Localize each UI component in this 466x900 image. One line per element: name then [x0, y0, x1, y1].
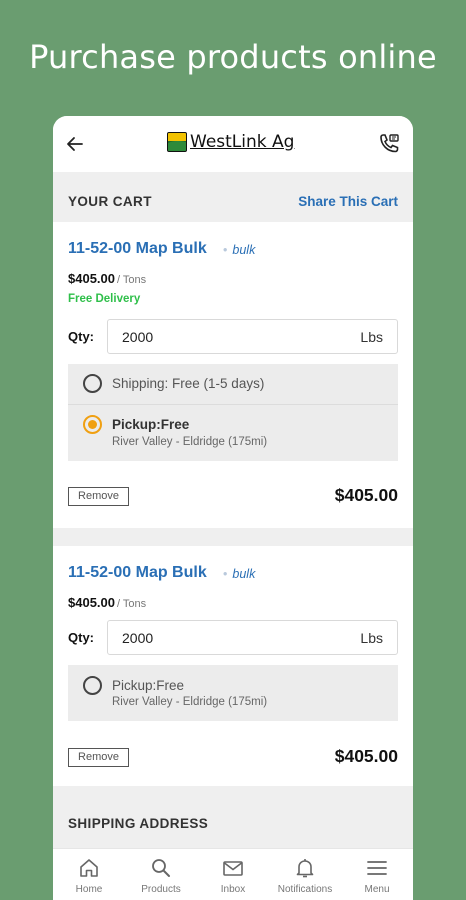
menu-icon	[367, 861, 387, 875]
fulfillment-options: Shipping: Free (1-5 days) Pickup:Free Ri…	[68, 364, 398, 461]
nav-home[interactable]: Home	[53, 849, 125, 900]
item-total: $405.00	[334, 485, 398, 505]
share-cart-link[interactable]: Share This Cart	[298, 194, 398, 209]
product-name[interactable]: 11-52-00 Map Bulk	[68, 564, 207, 582]
option-pickup[interactable]: Pickup:Free River Valley - Eldridge (175…	[68, 404, 398, 461]
nav-inbox[interactable]: Inbox	[197, 849, 269, 900]
quantity-input[interactable]: 2000 Lbs	[107, 319, 398, 354]
nav-products[interactable]: Products	[125, 849, 197, 900]
option-sublabel: River Valley - Eldridge (175mi)	[112, 696, 268, 708]
mail-icon	[223, 861, 243, 876]
product-price: $405.00/ Tons	[68, 271, 147, 286]
search-icon	[152, 859, 170, 877]
fulfillment-options: Pickup:Free River Valley - Eldridge (175…	[68, 665, 398, 721]
logo-text: WestLink Ag	[190, 132, 295, 152]
top-app-bar: WestLink Ag	[53, 116, 413, 172]
qty-label: Qty:	[68, 329, 94, 344]
cart-item-card: 11-52-00 Map Bulk • bulk $405.00/ Tons Fr…	[53, 222, 413, 528]
logo-mark-icon	[167, 132, 187, 152]
qty-label: Qty:	[68, 630, 94, 645]
bell-icon	[296, 859, 314, 878]
option-pickup[interactable]: Pickup:Free River Valley - Eldridge (175…	[68, 665, 398, 721]
shipping-header: SHIPPING ADDRESS	[53, 800, 413, 848]
radio-unselected[interactable]	[83, 676, 102, 695]
option-sublabel: River Valley - Eldridge (175mi)	[112, 436, 268, 448]
nav-label: Notifications	[277, 884, 333, 895]
nav-label: Inbox	[220, 884, 246, 895]
item-total: $405.00	[334, 746, 398, 766]
nav-label: Home	[75, 884, 103, 895]
quantity-input[interactable]: 2000 Lbs	[107, 620, 398, 655]
home-icon	[80, 859, 98, 877]
quantity-value: 2000	[122, 329, 154, 345]
nav-label: Products	[141, 884, 181, 895]
back-arrow-icon[interactable]	[65, 134, 85, 154]
bottom-navigation: Home Products Inbox Notifications Menu	[53, 848, 413, 900]
remove-button[interactable]: Remove	[68, 487, 129, 506]
option-label: Shipping: Free (1-5 days)	[112, 376, 265, 391]
delivery-note: Free Delivery	[68, 293, 141, 305]
option-label: Pickup:Free	[112, 678, 185, 693]
phone-screen: WestLink Ag YOUR CART Share This Cart 11…	[53, 116, 413, 900]
product-tag: • bulk	[223, 243, 256, 257]
cart-title: YOUR CART	[68, 194, 152, 209]
cart-item-card: 11-52-00 Map Bulk • bulk $405.00/ Tons Qt…	[53, 546, 413, 786]
quantity-unit: Lbs	[360, 329, 383, 345]
product-name[interactable]: 11-52-00 Map Bulk	[68, 240, 207, 258]
shipping-title: SHIPPING ADDRESS	[68, 816, 209, 831]
quantity-unit: Lbs	[360, 630, 383, 646]
promo-title: Purchase products online	[29, 38, 437, 76]
nav-notifications[interactable]: Notifications	[269, 849, 341, 900]
phone-call-icon[interactable]	[377, 132, 401, 156]
nav-menu[interactable]: Menu	[341, 849, 413, 900]
westlink-logo[interactable]: WestLink Ag	[167, 130, 294, 154]
product-tag: • bulk	[223, 567, 256, 581]
radio-unselected[interactable]	[83, 374, 102, 393]
nav-label: Menu	[364, 884, 390, 895]
cart-header: YOUR CART Share This Cart	[53, 178, 413, 226]
option-label: Pickup:Free	[112, 417, 190, 432]
radio-selected[interactable]	[83, 415, 102, 434]
remove-button[interactable]: Remove	[68, 748, 129, 767]
option-shipping[interactable]: Shipping: Free (1-5 days)	[68, 364, 398, 404]
quantity-value: 2000	[122, 630, 154, 646]
product-price: $405.00/ Tons	[68, 595, 147, 610]
